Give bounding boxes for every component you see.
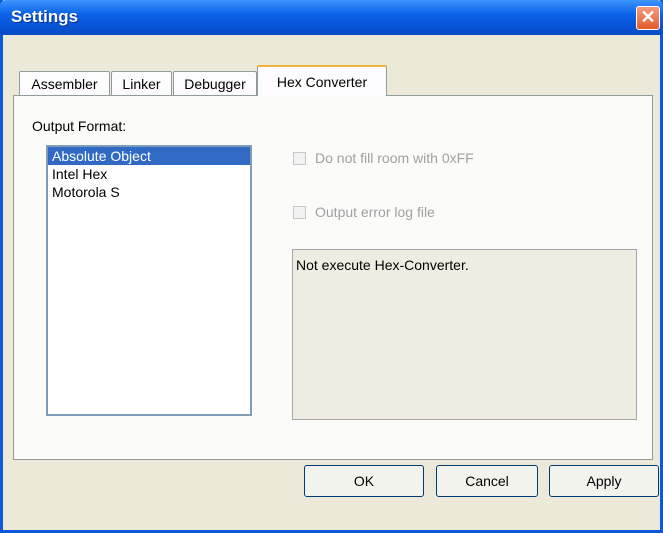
settings-dialog: Settings ✕ Assembler Linker Debugger Hex…: [0, 0, 663, 533]
status-message: Not execute Hex-Converter.: [296, 257, 469, 273]
status-message-box: Not execute Hex-Converter.: [292, 249, 637, 420]
output-format-list[interactable]: Absolute Object Intel Hex Motorola S: [46, 145, 252, 416]
cancel-label: Cancel: [465, 473, 509, 489]
close-button[interactable]: ✕: [636, 6, 660, 30]
window-title: Settings: [11, 7, 79, 26]
tab-assembler[interactable]: Assembler: [19, 71, 110, 96]
tab-label: Assembler: [31, 76, 98, 92]
tab-linker[interactable]: Linker: [111, 71, 172, 96]
apply-button[interactable]: Apply: [549, 465, 659, 497]
fill-ff-label: Do not fill room with 0xFF: [315, 150, 474, 166]
close-icon: ✕: [640, 7, 656, 27]
error-log-checkbox[interactable]: [293, 206, 306, 219]
ok-label: OK: [353, 473, 375, 489]
list-item-intel-hex[interactable]: Intel Hex: [48, 165, 250, 183]
tab-debugger[interactable]: Debugger: [173, 71, 257, 96]
tab-label: Hex Converter: [276, 74, 368, 90]
cancel-button[interactable]: Cancel: [436, 465, 538, 497]
list-item-absolute-object[interactable]: Absolute Object: [48, 147, 250, 165]
title-bar[interactable]: Settings ✕: [0, 0, 663, 35]
tab-hex-converter[interactable]: Hex Converter: [257, 65, 387, 96]
fill-ff-checkbox[interactable]: [293, 152, 306, 165]
output-format-label: Output Format:: [32, 118, 127, 134]
tab-label: Debugger: [184, 76, 246, 92]
hex-converter-panel: Output Format: Absolute Object Intel Hex…: [13, 95, 653, 460]
ok-button[interactable]: OK: [304, 465, 424, 497]
tab-label: Linker: [122, 76, 161, 92]
error-log-label: Output error log file: [315, 204, 435, 220]
apply-label: Apply: [586, 473, 622, 489]
list-item-motorola-s[interactable]: Motorola S: [48, 183, 250, 201]
